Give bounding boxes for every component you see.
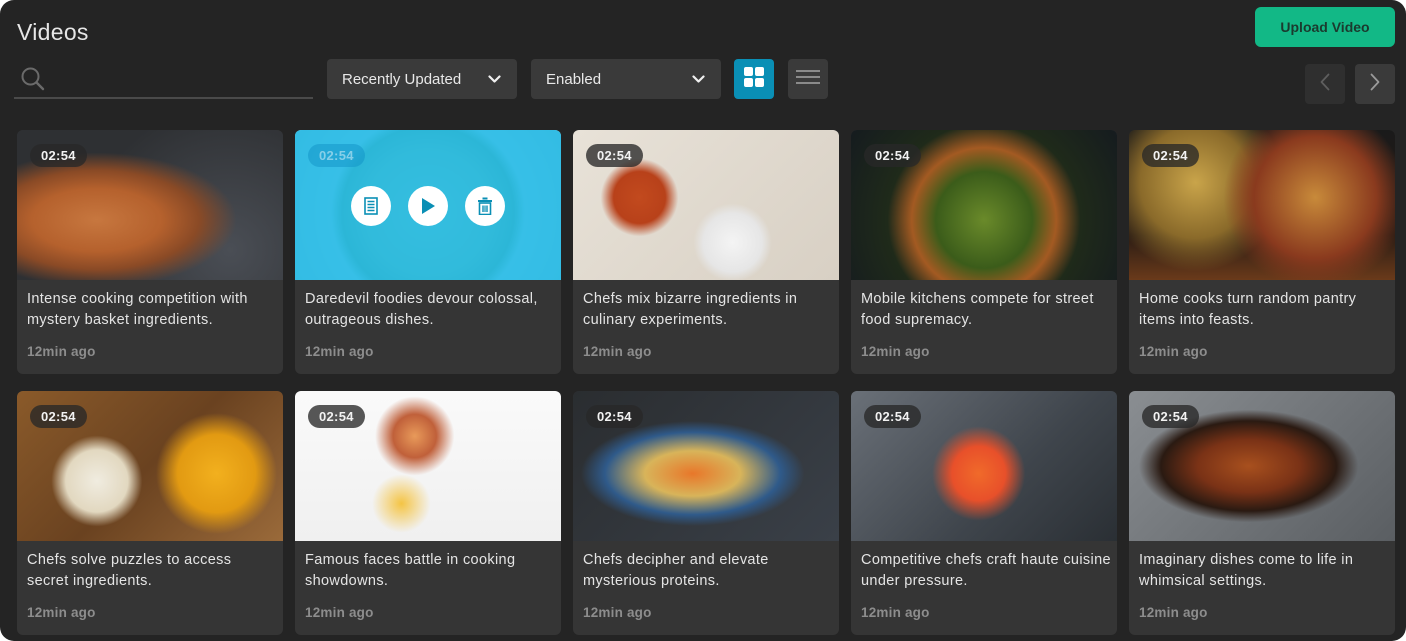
grid-view-button[interactable] (734, 59, 774, 99)
video-card[interactable]: 02:54 Imaginary dishes come to life in w… (1129, 391, 1395, 635)
video-title: Famous faces battle in cooking showdowns… (305, 552, 516, 589)
video-title: Chefs decipher and elevate mysterious pr… (583, 552, 769, 589)
video-title: Daredevil foodies devour colossal, outra… (305, 291, 538, 328)
video-grid: 02:54 Intense cooking competition with m… (17, 130, 1395, 635)
video-thumbnail[interactable]: 02:54 (17, 391, 283, 541)
status-select-value: Enabled (546, 70, 602, 88)
delete-button[interactable] (465, 186, 505, 226)
list-icon (796, 69, 820, 90)
next-page-button[interactable] (1355, 64, 1395, 104)
sort-select[interactable]: Recently Updated (327, 59, 517, 99)
duration-badge: 02:54 (308, 405, 365, 428)
video-thumbnail[interactable]: 02:54 (295, 391, 561, 541)
duration-badge: 02:54 (864, 405, 921, 428)
search-input[interactable] (58, 70, 298, 87)
updated-time: 12min ago (305, 605, 374, 620)
updated-time: 12min ago (305, 344, 374, 359)
grid-icon (744, 66, 764, 92)
video-title: Competitive chefs craft haute cuisine un… (861, 552, 1111, 589)
duration-badge: 02:54 (1142, 405, 1199, 428)
duration-badge: 02:54 (30, 144, 87, 167)
play-icon (420, 197, 436, 215)
search-icon (18, 64, 48, 94)
duration-badge: 02:54 (308, 144, 365, 167)
trash-icon (477, 197, 493, 215)
play-button[interactable] (408, 186, 448, 226)
video-title: Mobile kitchens compete for street food … (861, 291, 1094, 328)
video-card[interactable]: 02:54 Daredevil foodies devour colossal,… (295, 130, 561, 374)
video-card[interactable]: 02:54 Chefs solve puzzles to access secr… (17, 391, 283, 635)
chevron-right-icon (1370, 73, 1380, 96)
updated-time: 12min ago (27, 605, 96, 620)
updated-time: 12min ago (27, 344, 96, 359)
video-card[interactable]: 02:54 Famous faces battle in cooking sho… (295, 391, 561, 635)
sort-select-value: Recently Updated (342, 70, 462, 88)
duration-badge: 02:54 (586, 144, 643, 167)
duration-badge: 02:54 (586, 405, 643, 428)
video-thumbnail[interactable]: 02:54 (851, 391, 1117, 541)
page-title: Videos (17, 19, 89, 45)
video-thumbnail[interactable]: 02:54 (295, 130, 561, 280)
video-thumbnail[interactable]: 02:54 (1129, 391, 1395, 541)
chevron-down-icon (487, 72, 501, 86)
status-select[interactable]: Enabled (531, 59, 721, 99)
video-thumbnail[interactable]: 02:54 (573, 130, 839, 280)
video-card[interactable]: 02:54 Competitive chefs craft haute cuis… (851, 391, 1117, 635)
search-field[interactable] (14, 60, 313, 99)
updated-time: 12min ago (861, 344, 930, 359)
updated-time: 12min ago (1139, 344, 1208, 359)
video-card[interactable]: 02:54 Home cooks turn random pantry item… (1129, 130, 1395, 374)
video-title: Chefs solve puzzles to access secret ing… (27, 552, 232, 589)
video-card[interactable]: 02:54 Chefs mix bizarre ingredients in c… (573, 130, 839, 374)
list-view-button[interactable] (788, 59, 828, 99)
video-thumbnail[interactable]: 02:54 (573, 391, 839, 541)
video-thumbnail[interactable]: 02:54 (851, 130, 1117, 280)
hover-actions-overlay: 02:54 (295, 130, 561, 280)
video-thumbnail[interactable]: 02:54 (17, 130, 283, 280)
video-title: Chefs mix bizarre ingredients in culinar… (583, 291, 798, 328)
updated-time: 12min ago (861, 605, 930, 620)
previous-page-button[interactable] (1305, 64, 1345, 104)
duration-badge: 02:54 (864, 144, 921, 167)
video-thumbnail[interactable]: 02:54 (1129, 130, 1395, 280)
video-card[interactable]: 02:54 Chefs decipher and elevate mysteri… (573, 391, 839, 635)
video-title: Imaginary dishes come to life in whimsic… (1139, 552, 1354, 589)
video-card[interactable]: 02:54 Mobile kitchens compete for street… (851, 130, 1117, 374)
chevron-left-icon (1320, 73, 1330, 96)
video-card[interactable]: 02:54 Intense cooking competition with m… (17, 130, 283, 374)
upload-video-button[interactable]: Upload Video (1255, 7, 1395, 47)
video-title: Intense cooking competition with mystery… (27, 291, 248, 328)
videos-page: Videos Upload Video Recently Updated Ena… (0, 0, 1406, 641)
details-button[interactable] (351, 186, 391, 226)
updated-time: 12min ago (583, 605, 652, 620)
updated-time: 12min ago (583, 344, 652, 359)
updated-time: 12min ago (1139, 605, 1208, 620)
document-icon (364, 197, 378, 215)
duration-badge: 02:54 (30, 405, 87, 428)
chevron-down-icon (691, 72, 705, 86)
video-title: Home cooks turn random pantry items into… (1139, 291, 1357, 328)
duration-badge: 02:54 (1142, 144, 1199, 167)
